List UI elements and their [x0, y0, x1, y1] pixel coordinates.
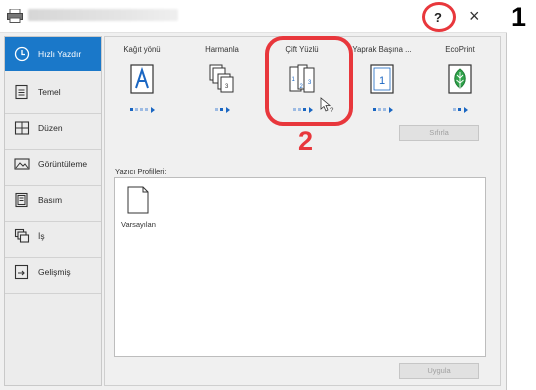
callout-number-1: 1: [511, 2, 527, 32]
option-label: EcoPrint: [445, 45, 475, 54]
sidebar-item-layout[interactable]: Düzen: [5, 111, 101, 145]
sidebar-item-label: Hızlı Yazdır: [38, 49, 82, 59]
profile-document-icon: [127, 186, 149, 214]
sidebar-item-label: Temel: [38, 87, 61, 97]
sidebar-item-label: Gelişmiş: [38, 267, 71, 277]
clock-icon: [14, 46, 30, 62]
sidebar-item-basic[interactable]: Temel: [5, 75, 101, 109]
sidebar-item-quick-print[interactable]: Hızlı Yazdır: [5, 37, 101, 71]
sidebar-item-advanced[interactable]: Gelişmiş: [5, 255, 101, 289]
help-highlight-ring: [422, 2, 456, 32]
printer-icon: [7, 9, 23, 23]
job-stack-icon: [14, 228, 30, 243]
window-title-blurred: [28, 9, 178, 21]
divider: [5, 293, 101, 294]
layout-grid-icon: [14, 121, 30, 135]
eco-leaf-icon: [448, 64, 472, 94]
option-label: Harmanla: [205, 45, 239, 54]
close-button[interactable]: ×: [469, 6, 480, 27]
collate-icon: 3: [209, 64, 234, 93]
sidebar-item-label: Düzen: [38, 123, 63, 133]
profiles-label: Yazıcı Profilleri:: [115, 167, 167, 176]
sidebar-item-label: Basım: [38, 195, 63, 205]
reset-button[interactable]: Sıfırla: [399, 125, 479, 141]
profile-name: Varsayılan: [121, 220, 156, 229]
page-orientation-icon: [130, 64, 154, 94]
advanced-icon: [14, 264, 29, 280]
duplex-highlight-ring: [265, 36, 353, 126]
document-icon: [15, 84, 28, 100]
sidebar-item-label: Görüntüleme: [38, 159, 88, 169]
title-bar: ? ×: [0, 0, 507, 33]
option-pager: [185, 101, 259, 113]
image-icon: [14, 158, 30, 170]
print-preferences-window: ? × Hızlı Yazdır Temel Düzen Görüntüleme…: [0, 0, 507, 390]
option-collate[interactable]: Harmanla 3: [185, 37, 259, 147]
svg-text:1: 1: [379, 75, 385, 87]
sidebar: Hızlı Yazdır Temel Düzen Görüntüleme Bas…: [4, 36, 102, 386]
pages-per-sheet-icon: 1: [370, 64, 394, 94]
option-label: Kağıt yönü: [123, 45, 161, 54]
option-label: Yaprak Başına ...: [352, 45, 412, 54]
print-document-icon: [15, 192, 28, 208]
option-pager: [423, 101, 497, 113]
option-pager: [345, 101, 419, 113]
sidebar-item-imaging[interactable]: Görüntüleme: [5, 147, 101, 181]
sidebar-item-job[interactable]: İş: [5, 219, 101, 253]
printer-profiles-list[interactable]: Varsayılan: [114, 177, 486, 357]
apply-button[interactable]: Uygula: [399, 363, 479, 379]
sidebar-item-publishing[interactable]: Basım: [5, 183, 101, 217]
option-pager: [105, 101, 179, 113]
callout-number-2: 2: [298, 126, 314, 156]
sidebar-item-label: İş: [38, 231, 45, 241]
option-page-orientation[interactable]: Kağıt yönü: [105, 37, 179, 147]
